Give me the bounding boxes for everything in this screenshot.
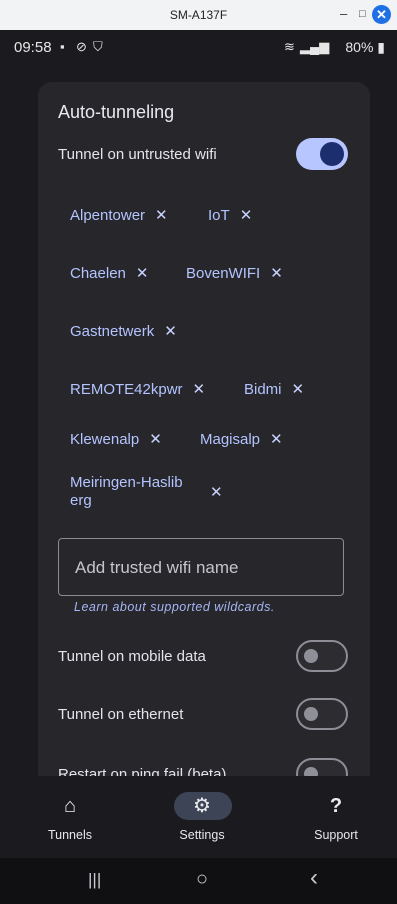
nav-label: Settings: [179, 828, 225, 842]
chip-label: IoT: [208, 207, 230, 224]
nav-label: Support: [314, 828, 358, 842]
ethernet-toggle[interactable]: [296, 698, 348, 730]
back-button[interactable]: ‹: [310, 864, 318, 892]
toggle-knob: [320, 142, 344, 166]
help-icon: ?: [329, 795, 343, 817]
chip-label: Bidmi: [244, 381, 282, 398]
trusted-network-chip: IoT ✕: [208, 206, 252, 224]
remove-chip-icon[interactable]: ✕: [193, 381, 206, 398]
trusted-wifi-input[interactable]: Add trusted wifi name: [58, 538, 344, 596]
remove-chip-icon[interactable]: ✕: [210, 483, 223, 501]
trusted-network-chip: Chaelen ✕: [70, 264, 148, 282]
chip-label: REMOTE42kpwr: [70, 381, 183, 398]
chip-label: Chaelen: [70, 265, 126, 282]
sync-icon: ⊘: [76, 39, 87, 54]
nav-settings[interactable]: ⚙ Settings: [152, 776, 252, 858]
system-navigation-bar: ||| ○ ‹: [0, 858, 397, 904]
chip-label: Gastnetwerk: [70, 323, 155, 340]
trusted-network-chip: Meiringen-Haslib erg: [70, 474, 183, 510]
phone-screen: 09:58 ▪ ⊘ ⛉ ≋ ▂▄▆ 80% ▮ Auto-tunneling T…: [0, 30, 397, 904]
mobile-data-toggle[interactable]: [296, 640, 348, 672]
gear-icon: ⚙: [193, 795, 211, 817]
remove-chip-icon[interactable]: ✕: [270, 431, 283, 448]
chip-label: Magisalp: [200, 431, 261, 448]
battery-icon: ▮: [373, 39, 385, 55]
wildcards-link[interactable]: Learn about supported wildcards.: [74, 600, 275, 614]
bottom-navigation: ⌂ Tunnels ⚙ Settings ? Support: [0, 776, 397, 858]
maximize-button[interactable]: □: [359, 8, 366, 20]
trusted-wifi-placeholder: Add trusted wifi name: [75, 558, 239, 577]
remove-chip-icon[interactable]: ✕: [292, 381, 305, 398]
trusted-network-chip: Bidmi ✕: [244, 380, 304, 398]
window-title: SM-A137F: [169, 8, 228, 22]
chip-label: Alpentower: [70, 207, 146, 224]
shield-icon: ⛉: [93, 39, 103, 54]
wifi-icon: ≋: [284, 39, 295, 54]
mobile-data-label: Tunnel on mobile data: [58, 648, 206, 665]
battery-text: 80%: [345, 39, 374, 55]
status-time: 09:58: [14, 39, 52, 56]
nav-tunnels[interactable]: ⌂ Tunnels: [20, 776, 120, 858]
trusted-network-chip: Alpentower ✕: [70, 206, 168, 224]
toggle-knob: [304, 707, 318, 721]
untrusted-wifi-label: Tunnel on untrusted wifi: [58, 146, 217, 163]
section-title: Auto-tunneling: [58, 102, 175, 122]
chip-label: Klewenalp: [70, 431, 140, 448]
untrusted-wifi-toggle[interactable]: [296, 138, 348, 170]
remove-chip-icon[interactable]: ✕: [164, 323, 177, 340]
chip-label-line2: erg: [70, 492, 92, 509]
signal-icon: ▂▄▆: [300, 39, 330, 54]
trusted-network-chip: REMOTE42kpwr ✕: [70, 380, 205, 398]
trusted-network-chip: Magisalp ✕: [200, 430, 283, 448]
remove-chip-icon[interactable]: ✕: [155, 207, 168, 224]
nav-support[interactable]: ? Support: [286, 776, 386, 858]
chip-label: BovenWIFI: [186, 265, 261, 282]
nav-label: Tunnels: [47, 828, 92, 842]
minimize-button[interactable]: –: [340, 6, 347, 21]
remove-chip-icon[interactable]: ✕: [136, 265, 149, 282]
trusted-network-chip: Klewenalp ✕: [70, 430, 162, 448]
window-title-bar: SM-A137F – □ ✕: [0, 0, 397, 30]
auto-tunneling-card: Auto-tunneling Tunnel on untrusted wifi …: [38, 82, 370, 822]
chip-label-line1: Meiringen-Haslib: [70, 474, 183, 491]
trusted-network-chip: BovenWIFI ✕: [186, 264, 283, 282]
remove-chip-icon[interactable]: ✕: [149, 431, 162, 448]
ethernet-label: Tunnel on ethernet: [58, 706, 184, 723]
recents-button[interactable]: |||: [88, 870, 101, 890]
close-button[interactable]: ✕: [372, 5, 391, 24]
status-bar: 09:58 ▪ ⊘ ⛉ ≋ ▂▄▆ 80% ▮: [0, 30, 397, 64]
home-button[interactable]: ○: [196, 868, 208, 891]
battery-level: 80% ▮: [345, 39, 385, 56]
home-icon: ⌂: [63, 795, 77, 817]
remove-chip-icon[interactable]: ✕: [270, 265, 283, 282]
remove-chip-icon[interactable]: ✕: [240, 207, 253, 224]
toggle-knob: [304, 649, 318, 663]
trusted-network-chip: Gastnetwerk ✕: [70, 322, 177, 340]
sim-icon: ▪: [60, 39, 65, 54]
